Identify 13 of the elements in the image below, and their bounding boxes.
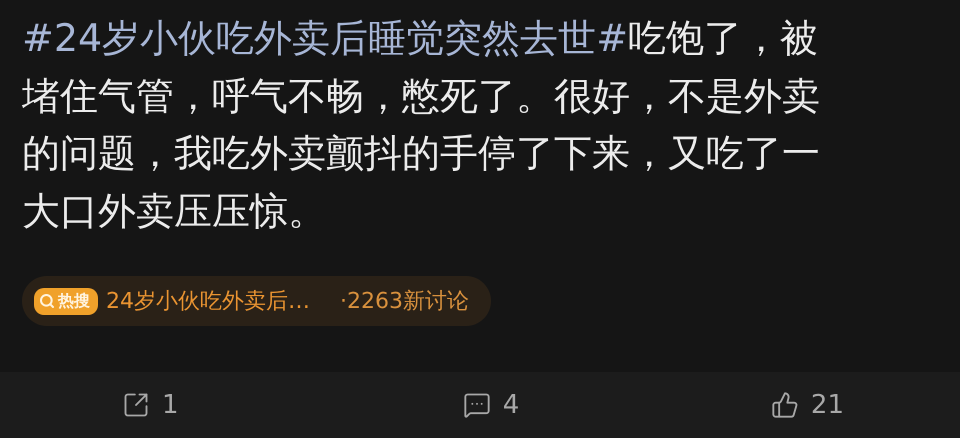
- hot-topic-title: 24岁小伙吃外卖后…: [106, 288, 310, 316]
- hashtag-link[interactable]: #24岁小伙吃外卖后睡觉突然去世#: [22, 16, 628, 60]
- search-icon: [39, 293, 55, 309]
- comment-icon: [462, 391, 491, 419]
- share-button[interactable]: 1: [122, 390, 179, 420]
- hot-search-badge: 热搜: [34, 288, 98, 314]
- discussion-count: ·2263新讨论: [340, 288, 469, 316]
- like-button[interactable]: 21: [770, 390, 844, 420]
- comment-button[interactable]: 4: [462, 390, 520, 420]
- post-text: #24岁小伙吃外卖后睡觉突然去世#吃饱了，被 堵住气管，呼气不畅，憋死了。很好，不是外卖 的问题，我吃外卖颤抖的手停了下来，又吃了一 大口外卖压压惊。: [22, 15, 821, 234]
- share-icon: [122, 391, 150, 419]
- thumbs-up-icon: [770, 391, 799, 419]
- hot-search-pill[interactable]: 热搜 24岁小伙吃外卖后… ·2263新讨论: [22, 276, 491, 326]
